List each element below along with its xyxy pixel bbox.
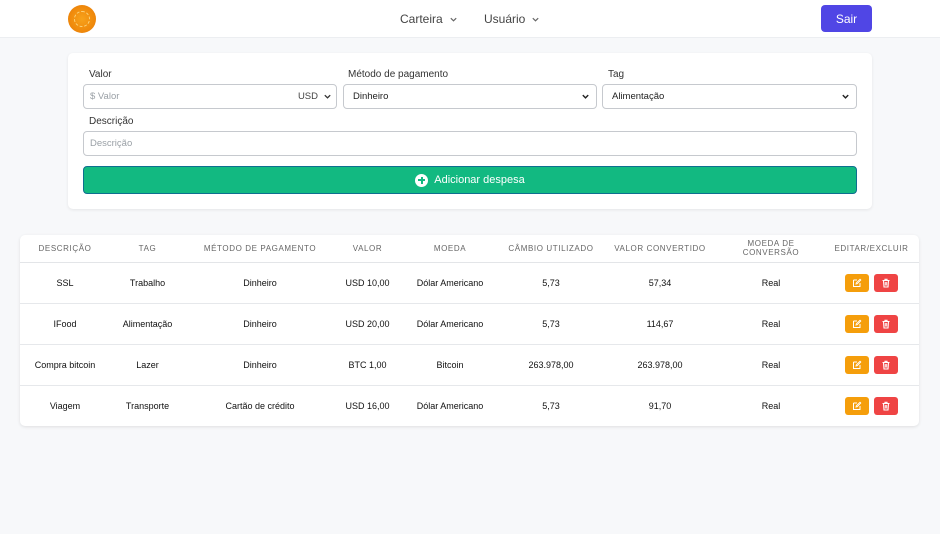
table-cell: USD 16,00 (345, 400, 390, 411)
table-cell: Viagem (49, 400, 81, 411)
descricao-field (83, 131, 857, 156)
plus-circle-icon (415, 173, 429, 187)
edit-button[interactable] (845, 355, 869, 374)
descricao-input[interactable] (84, 132, 856, 155)
chevron-down-icon (532, 17, 539, 22)
delete-button[interactable] (874, 314, 898, 333)
table-cell: IFood (20, 303, 110, 345)
currency-select[interactable]: USD (298, 85, 332, 108)
table-row: IFood Alimentação Dinheiro USD 20,00 Dól… (20, 303, 919, 345)
edit-icon (853, 319, 862, 328)
table-cell: Trabalho (110, 262, 185, 304)
nav-menu-carteira-label: Carteira (400, 12, 443, 26)
table-cell: Real (718, 303, 824, 345)
table-cell: Dólar Americano (400, 262, 500, 304)
edit-button[interactable] (845, 314, 869, 333)
trash-icon (882, 360, 890, 370)
currency-select-value: USD (297, 91, 318, 102)
metodo-select[interactable]: Dinheiro (343, 84, 597, 109)
nav-menu-usuario[interactable]: Usuário (484, 12, 540, 26)
delete-button[interactable] (874, 273, 898, 292)
table-cell: 263.978,00 (602, 344, 718, 386)
table-cell: USD 20,00 (335, 303, 400, 345)
actions-cell (824, 262, 919, 304)
table-cell: Dinheiro (185, 262, 335, 304)
tag-select[interactable]: Alimentação (602, 84, 857, 109)
table-header: Câmbio utilizado (500, 235, 602, 263)
edit-icon (853, 401, 862, 410)
trash-icon (882, 319, 890, 329)
trash-icon (882, 401, 890, 411)
table-row: Compra bitcoin Lazer Dinheiro BTC 1,00 B… (20, 344, 919, 386)
table-cell: Cartão de crédito (225, 400, 295, 411)
table-row: Viagem Transporte Cartão de crédito USD … (20, 385, 919, 426)
edit-icon (853, 278, 862, 287)
actions-cell (824, 344, 919, 386)
chevron-down-icon (582, 94, 589, 99)
table-header: Moeda (400, 235, 500, 263)
tag-label: Tag (608, 69, 625, 80)
table-header: Método de pagamento (185, 235, 335, 263)
actions-cell (824, 303, 919, 345)
table-header: Descrição (20, 235, 110, 263)
valor-field: USD (83, 84, 337, 109)
nav-menu-carteira[interactable]: Carteira (400, 12, 458, 26)
table-header: Editar/Excluir (824, 235, 919, 263)
logo[interactable] (68, 5, 96, 33)
table-cell: Bitcoin (400, 344, 500, 386)
table-cell: 5,73 (542, 400, 560, 411)
table-cell: 5,73 (500, 303, 602, 345)
table-cell: 91,70 (648, 400, 672, 411)
descricao-label: Descrição (89, 116, 134, 127)
table-cell: Transporte (125, 400, 170, 411)
table-cell: Real (718, 262, 824, 304)
table-row: SSL Trabalho Dinheiro USD 10,00 Dólar Am… (20, 262, 919, 304)
actions-cell (824, 385, 919, 426)
chevron-down-icon (324, 94, 331, 99)
table-cell: BTC 1,00 (335, 344, 400, 386)
delete-button[interactable] (874, 355, 898, 374)
table-cell: Real (761, 400, 781, 411)
delete-button[interactable] (874, 396, 898, 415)
table-cell: 57,34 (602, 262, 718, 304)
trash-icon (882, 278, 890, 288)
table-header: Tag (110, 235, 185, 263)
table-cell: Dinheiro (185, 344, 335, 386)
table-cell: Dinheiro (185, 303, 335, 345)
table-cell: USD 10,00 (335, 262, 400, 304)
expenses-table: Descrição Tag Método de pagamento Valor … (20, 235, 919, 426)
table-header: Valor (335, 235, 400, 263)
edit-button[interactable] (845, 396, 869, 415)
table-cell: Real (718, 344, 824, 386)
add-expense-button[interactable]: Adicionar despesa (83, 166, 857, 194)
table-cell: SSL (20, 262, 110, 304)
table-cell: 114,67 (602, 303, 718, 345)
table-header: Valor convertido (602, 235, 718, 263)
add-expense-label: Adicionar despesa (434, 174, 525, 186)
table-cell: Dólar Americano (416, 400, 484, 411)
table-header-row: Descrição Tag Método de pagamento Valor … (20, 235, 919, 263)
chevron-down-icon (450, 17, 457, 22)
edit-button[interactable] (845, 273, 869, 292)
navbar: Carteira Usuário Sair (0, 0, 940, 38)
table-cell: 263.978,00 (500, 344, 602, 386)
metodo-label: Método de pagamento (348, 69, 449, 80)
metodo-select-value: Dinheiro (353, 91, 389, 102)
table-cell: Dólar Americano (400, 303, 500, 345)
tag-select-value: Alimentação (612, 91, 665, 102)
logout-button[interactable]: Sair (821, 5, 872, 32)
chevron-down-icon (842, 94, 849, 99)
table-header: Moeda de conversão (718, 235, 824, 263)
edit-icon (853, 360, 862, 369)
table-cell: Alimentação (110, 303, 185, 345)
table-cell: Lazer (110, 344, 185, 386)
table-cell: Compra bitcoin (20, 344, 110, 386)
table-cell: 5,73 (500, 262, 602, 304)
expense-form: Valor USD Método de pagamento Dinheiro T… (68, 53, 872, 209)
valor-label: Valor (89, 69, 112, 80)
nav-menu-usuario-label: Usuário (484, 12, 526, 26)
logo-mark (74, 11, 90, 27)
